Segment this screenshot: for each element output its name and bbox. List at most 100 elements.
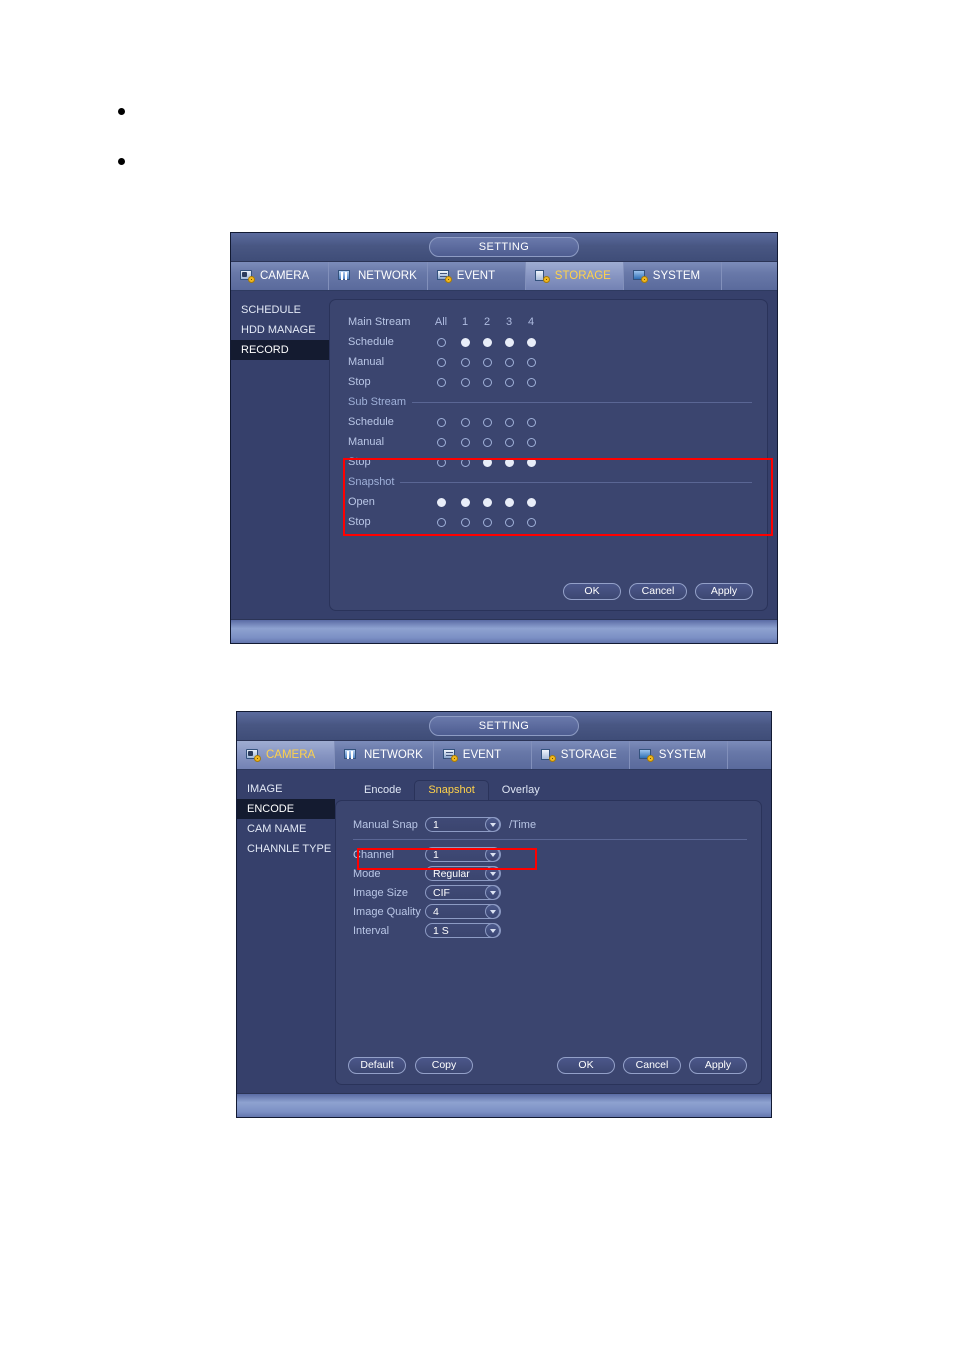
sidebar-item-hdd-manage[interactable]: HDD MANAGE <box>231 320 329 340</box>
sidebar-item-record[interactable]: RECORD <box>231 340 329 360</box>
sidebar-item-channle-type[interactable]: CHANNLE TYPE <box>237 839 335 859</box>
snapshot-open-ch3-radio[interactable] <box>504 497 514 507</box>
sub-manual-ch1-radio[interactable] <box>460 437 470 447</box>
record-panel: Main Stream All 1 2 3 4 Schedule Manual … <box>329 299 768 611</box>
tab-encode[interactable]: Encode <box>351 781 414 800</box>
sidebar-item-encode[interactable]: ENCODE <box>237 799 335 819</box>
main-manual-all-radio[interactable] <box>436 357 446 367</box>
sub-stop-ch4-radio[interactable] <box>526 457 536 467</box>
sub-schedule-ch2-radio[interactable] <box>482 417 492 427</box>
sub-stop-ch2-radio[interactable] <box>482 457 492 467</box>
tab-storage-2[interactable]: STORAGE <box>532 741 630 769</box>
sub-stop-ch3-radio[interactable] <box>504 457 514 467</box>
sidebar-item-image[interactable]: IMAGE <box>237 779 335 799</box>
image-size-value: CIF <box>433 886 450 899</box>
tab-network[interactable]: NETWORK <box>329 262 428 290</box>
main-schedule-ch2-radio[interactable] <box>482 337 492 347</box>
sub-stop-row: Stop <box>348 452 752 472</box>
sub-manual-row: Manual <box>348 432 752 452</box>
apply-button[interactable]: Apply <box>695 583 753 600</box>
main-manual-ch1-radio[interactable] <box>460 357 470 367</box>
main-schedule-all-radio[interactable] <box>436 337 446 347</box>
column-header-ch3: 3 <box>505 316 513 328</box>
snapshot-open-ch1-radio[interactable] <box>460 497 470 507</box>
tab-system[interactable]: SYSTEM <box>624 262 722 290</box>
chevron-down-icon[interactable] <box>485 885 500 900</box>
interval-select[interactable]: 1 S <box>425 923 501 938</box>
ok-button[interactable]: OK <box>563 583 621 600</box>
sub-schedule-label: Schedule <box>348 416 394 428</box>
main-stop-all-radio[interactable] <box>436 377 446 387</box>
mode-label: Mode <box>353 867 381 880</box>
ok-button-2[interactable]: OK <box>557 1057 615 1074</box>
sub-schedule-all-radio[interactable] <box>436 417 446 427</box>
sidebar-item-cam-name[interactable]: CAM NAME <box>237 819 335 839</box>
sub-manual-all-radio[interactable] <box>436 437 446 447</box>
column-header-ch1: 1 <box>461 316 469 328</box>
sub-manual-ch3-radio[interactable] <box>504 437 514 447</box>
tab-overlay[interactable]: Overlay <box>489 781 553 800</box>
interval-row: Interval 1 S <box>353 921 747 940</box>
main-schedule-ch3-radio[interactable] <box>504 337 514 347</box>
snapshot-stop-ch1-radio[interactable] <box>460 517 470 527</box>
tab-snapshot[interactable]: Snapshot <box>414 780 489 800</box>
copy-button[interactable]: Copy <box>415 1057 473 1074</box>
tab-event-2[interactable]: EVENT <box>434 741 532 769</box>
cancel-button[interactable]: Cancel <box>629 583 687 600</box>
main-stop-ch4-radio[interactable] <box>526 377 536 387</box>
apply-button-2[interactable]: Apply <box>689 1057 747 1074</box>
mode-select[interactable]: Regular <box>425 866 501 881</box>
sub-schedule-ch1-radio[interactable] <box>460 417 470 427</box>
snapshot-open-ch4-radio[interactable] <box>526 497 536 507</box>
snapshot-stop-ch4-radio[interactable] <box>526 517 536 527</box>
channel-value: 1 <box>433 848 439 861</box>
main-stop-row: Stop <box>348 372 752 392</box>
tab-camera-2[interactable]: CAMERA <box>237 741 335 769</box>
main-stop-ch1-radio[interactable] <box>460 377 470 387</box>
main-schedule-ch1-radio[interactable] <box>460 337 470 347</box>
manual-snap-label: Manual Snap <box>353 818 418 831</box>
snapshot-stop-all-radio[interactable] <box>436 517 446 527</box>
snapshot-open-row: Open <box>348 492 752 512</box>
sub-stop-all-radio[interactable] <box>436 457 446 467</box>
main-manual-ch4-radio[interactable] <box>526 357 536 367</box>
main-stop-ch3-radio[interactable] <box>504 377 514 387</box>
sub-manual-ch2-radio[interactable] <box>482 437 492 447</box>
window-body: SCHEDULE HDD MANAGE RECORD Main Stream A… <box>231 291 777 619</box>
tab-storage[interactable]: STORAGE <box>525 262 624 290</box>
chevron-down-icon[interactable] <box>485 904 500 919</box>
snapshot-open-all-radio[interactable] <box>436 497 446 507</box>
chevron-down-icon[interactable] <box>485 866 500 881</box>
chevron-down-icon[interactable] <box>485 923 500 938</box>
manual-snap-select[interactable]: 1 <box>425 817 501 832</box>
image-quality-value: 4 <box>433 905 439 918</box>
tab-storage-label: STORAGE <box>554 270 611 282</box>
image-size-select[interactable]: CIF <box>425 885 501 900</box>
main-schedule-ch4-radio[interactable] <box>526 337 536 347</box>
cancel-button-2[interactable]: Cancel <box>623 1057 681 1074</box>
window-title-bar: SETTING <box>231 233 777 262</box>
sub-schedule-ch3-radio[interactable] <box>504 417 514 427</box>
sidebar-item-schedule[interactable]: SCHEDULE <box>231 300 329 320</box>
tab-system-2[interactable]: SYSTEM <box>630 741 728 769</box>
interval-value: 1 S <box>433 924 449 937</box>
snapshot-rule <box>400 481 752 483</box>
chevron-down-icon[interactable] <box>485 847 500 862</box>
snapshot-stop-ch3-radio[interactable] <box>504 517 514 527</box>
main-manual-ch2-radio[interactable] <box>482 357 492 367</box>
snapshot-stop-ch2-radio[interactable] <box>482 517 492 527</box>
sub-stop-ch1-radio[interactable] <box>460 457 470 467</box>
tab-camera[interactable]: CAMERA <box>231 262 329 290</box>
tab-network-2[interactable]: NETWORK <box>335 741 434 769</box>
sub-schedule-ch4-radio[interactable] <box>526 417 536 427</box>
image-quality-select[interactable]: 4 <box>425 904 501 919</box>
main-stop-ch2-radio[interactable] <box>482 377 492 387</box>
tab-event[interactable]: EVENT <box>428 262 526 290</box>
chevron-down-icon[interactable] <box>485 817 500 832</box>
sub-manual-ch4-radio[interactable] <box>526 437 536 447</box>
snapshot-open-ch2-radio[interactable] <box>482 497 492 507</box>
default-button[interactable]: Default <box>348 1057 406 1074</box>
column-header-all: All <box>434 316 448 328</box>
main-manual-ch3-radio[interactable] <box>504 357 514 367</box>
channel-select[interactable]: 1 <box>425 847 501 862</box>
